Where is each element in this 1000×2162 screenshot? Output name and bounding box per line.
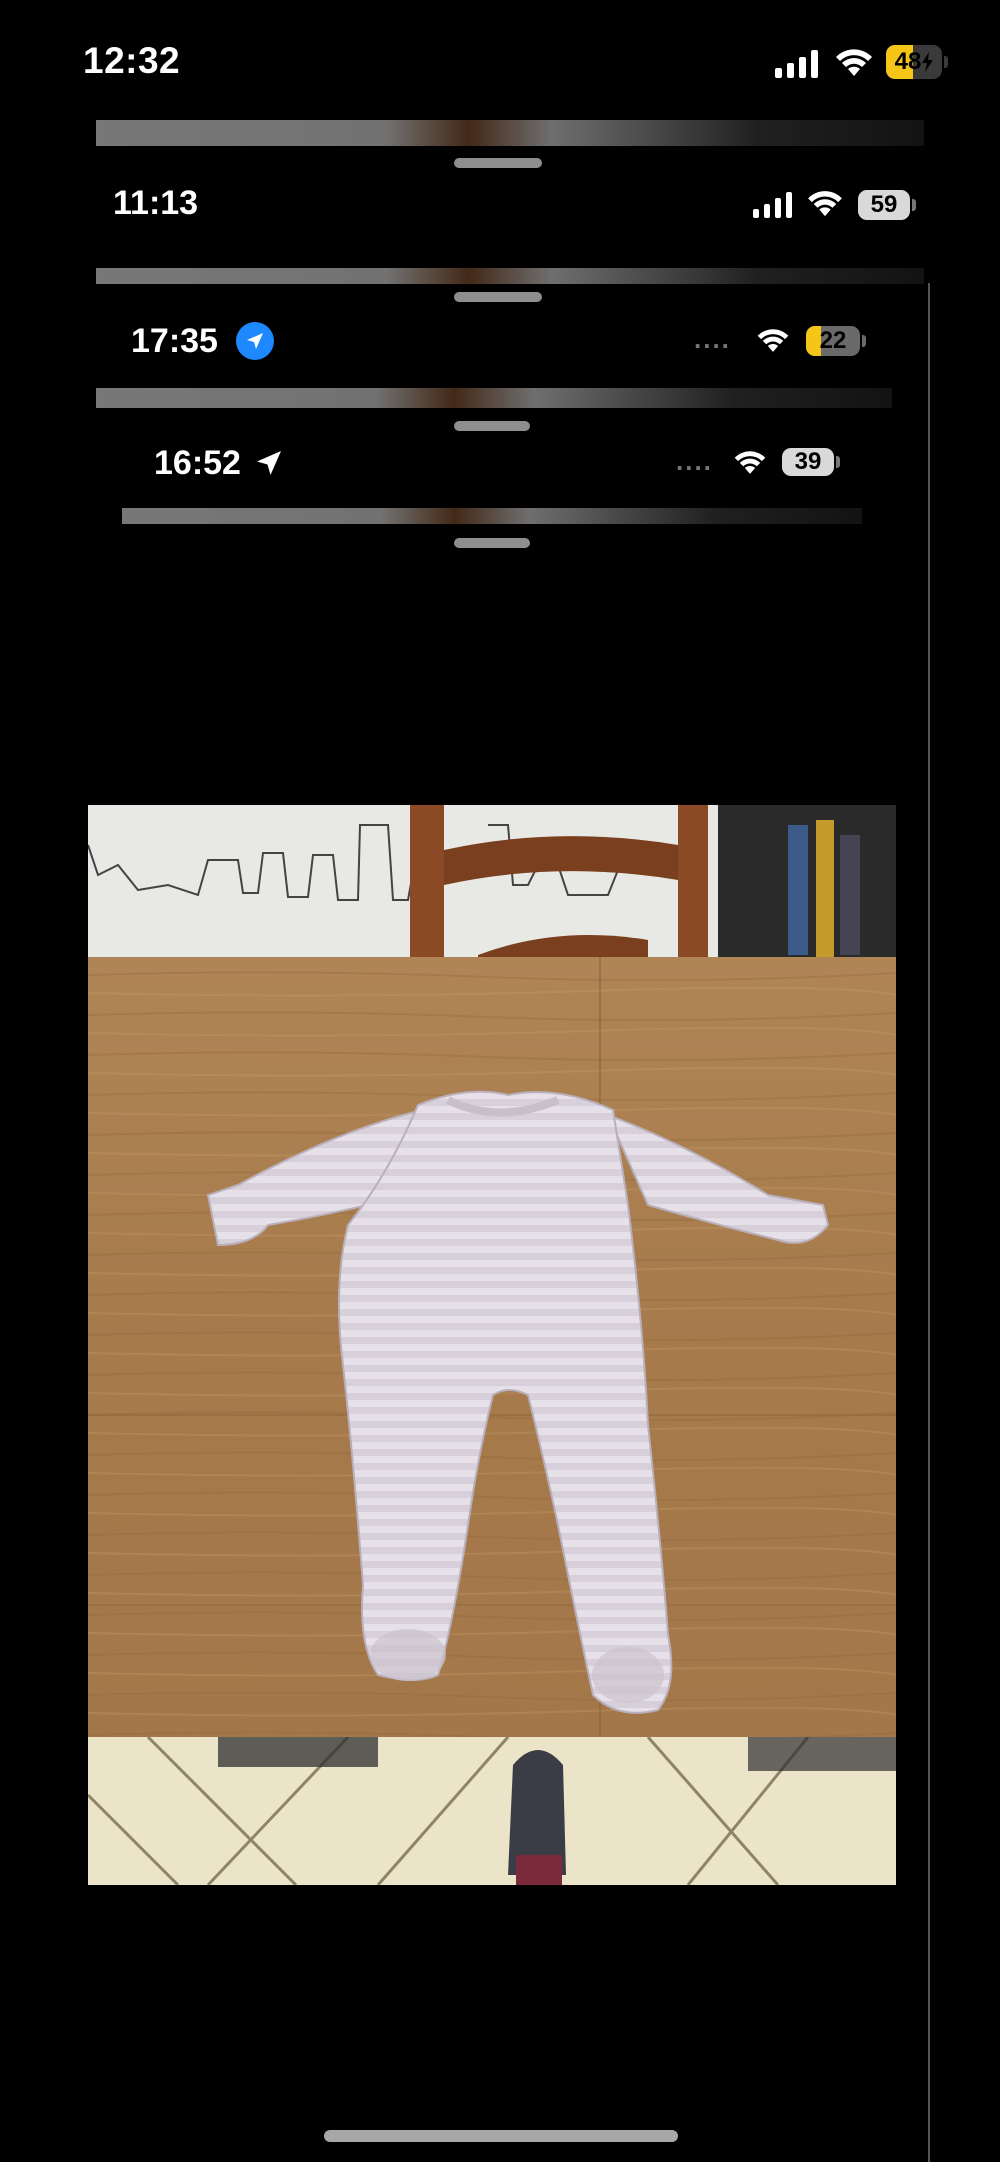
battery-level: 48 bbox=[894, 48, 922, 75]
baby-sleepsuit-image bbox=[88, 805, 896, 1885]
battery-level: 39 bbox=[794, 448, 822, 475]
photo-edge-strip bbox=[96, 268, 924, 284]
wifi-icon bbox=[834, 46, 874, 78]
battery-icon: 48 bbox=[886, 45, 948, 79]
cellular-signal-icon bbox=[753, 192, 792, 218]
chair bbox=[410, 805, 444, 965]
sheet-grabber bbox=[454, 158, 542, 168]
divider-line bbox=[928, 283, 930, 2162]
battery-icon: 22 bbox=[806, 326, 866, 356]
wifi-icon bbox=[756, 326, 790, 354]
status-bar: 12:32 48 bbox=[0, 0, 1000, 120]
battery-icon: 59 bbox=[858, 190, 916, 220]
no-signal-dots: .... bbox=[694, 324, 731, 354]
sheet-grabber bbox=[454, 538, 530, 548]
no-signal-dots: .... bbox=[676, 446, 713, 476]
status-time: 12:32 bbox=[83, 40, 181, 81]
home-indicator[interactable] bbox=[324, 2130, 678, 2142]
photo-edge-strip bbox=[96, 388, 892, 408]
location-arrow-icon bbox=[257, 451, 281, 475]
battery-icon: 39 bbox=[782, 448, 840, 476]
photo-edge-strip bbox=[122, 508, 862, 524]
nested-screenshot-1: 11:13 59 bbox=[96, 120, 924, 280]
layer-time: 16:52 bbox=[154, 444, 241, 482]
layer-time: 17:35 bbox=[131, 322, 218, 360]
product-photo[interactable] bbox=[88, 805, 896, 1885]
battery-level: 22 bbox=[819, 327, 847, 354]
photo-edge-strip bbox=[96, 120, 924, 146]
wifi-icon bbox=[733, 448, 767, 476]
sheet-grabber bbox=[454, 421, 530, 431]
sheet-grabber bbox=[454, 292, 542, 302]
location-circle-icon bbox=[236, 322, 274, 360]
battery-level: 59 bbox=[870, 191, 898, 218]
charging-bolt-icon bbox=[922, 52, 934, 72]
layer-time: 11:13 bbox=[113, 184, 199, 222]
cellular-signal-icon bbox=[775, 50, 818, 78]
wifi-icon bbox=[806, 188, 844, 218]
nested-screenshot-3: 16:52 .... 39 bbox=[96, 388, 924, 558]
